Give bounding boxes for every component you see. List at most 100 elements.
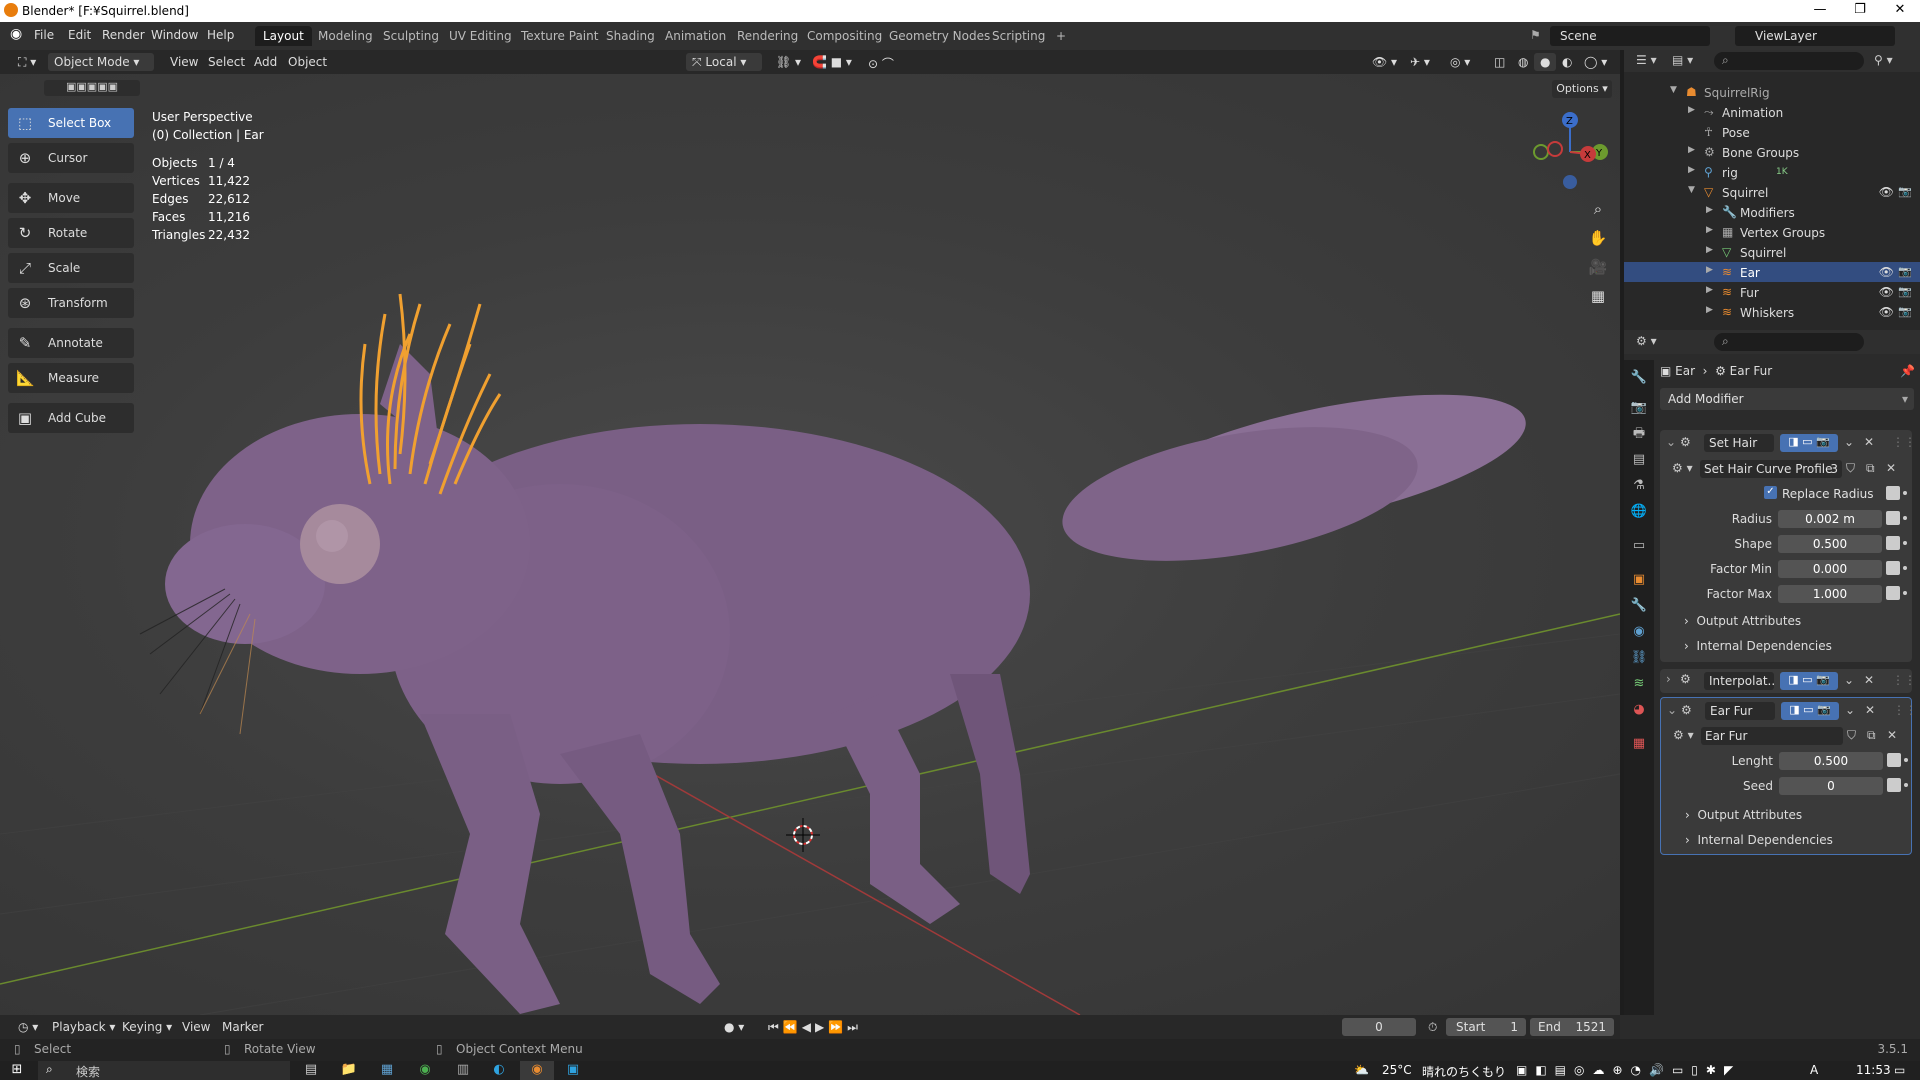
camera-icon[interactable]: 📷 [1898, 185, 1912, 198]
blender-menu-icon[interactable]: ◉ [10, 26, 22, 42]
modifier-name-field[interactable]: Interpolat... [1704, 672, 1774, 690]
close-button[interactable]: ✕ [1880, 2, 1920, 20]
modifier-visibility-toggles[interactable]: ◨ ▭ 📷 [1781, 702, 1839, 720]
overlay-icon[interactable]: ◎ ▾ [1444, 53, 1476, 71]
factor-min-field[interactable]: 0.000 [1778, 560, 1882, 578]
length-field[interactable]: 0.500 [1779, 752, 1883, 770]
menu-help[interactable]: Help [207, 28, 234, 42]
eye-icon[interactable]: 👁 [1879, 305, 1894, 319]
pan-hand-icon[interactable]: ✋ [1588, 224, 1608, 253]
outliner-item-modifiers[interactable]: ▶ 🔧 Modifiers [1624, 202, 1920, 222]
keyframe-dot[interactable] [1903, 516, 1907, 520]
keyframe-dot[interactable] [1904, 783, 1908, 787]
output-attributes-subpanel[interactable]: › Output Attributes [1685, 808, 1802, 822]
menu-edit[interactable]: Edit [68, 28, 91, 42]
tab-shading[interactable]: Shading [598, 26, 663, 46]
keyframe-dot[interactable] [1904, 758, 1908, 762]
outliner-item-whiskers[interactable]: ▶ ≋ Whiskers 👁 📷 [1624, 302, 1920, 322]
tool-move[interactable]: ✥ Move [8, 183, 134, 213]
expand-icon[interactable]: ▶ [1706, 265, 1713, 275]
maximize-button[interactable]: ❐ [1840, 2, 1880, 20]
stopwatch-icon[interactable]: ⏱ [1422, 1018, 1443, 1036]
modifier-visibility-toggles[interactable]: ◨ ▭ 📷 [1780, 434, 1838, 452]
chevron-down-icon[interactable]: ⌄ [1845, 703, 1855, 717]
node-tree-icon[interactable]: ⚙ ▾ [1672, 461, 1693, 475]
ortho-grid-icon[interactable]: ▦ [1588, 282, 1608, 311]
node-socket-icon[interactable] [1886, 486, 1900, 500]
taskbar-search[interactable]: ⌕ 検索 [38, 1061, 290, 1080]
end-frame-field[interactable]: End 1521 [1530, 1018, 1614, 1036]
start-frame-field[interactable]: Start 1 [1446, 1018, 1526, 1036]
zoom-icon[interactable]: ⌕ [1588, 195, 1608, 224]
duplicate-icon[interactable]: ⧉ [1866, 461, 1875, 476]
node-socket-icon[interactable] [1886, 586, 1900, 600]
tool-add-cube[interactable]: ▣ Add Cube [8, 403, 134, 433]
camera-icon[interactable]: 📷 [1898, 285, 1912, 298]
clock[interactable]: 11:53 [1856, 1063, 1891, 1077]
tool-scale[interactable]: ⤢ Scale [8, 253, 134, 283]
expand-icon[interactable]: ▶ [1706, 305, 1713, 315]
chrome-icon[interactable]: ◉ [416, 1062, 434, 1079]
menu-keying[interactable]: Keying ▾ [116, 1018, 178, 1036]
render-tab-icon[interactable]: 📷 [1629, 398, 1649, 418]
edge-icon[interactable]: ◐ [490, 1062, 508, 1079]
internal-dependencies-subpanel[interactable]: › Internal Dependencies [1685, 833, 1833, 847]
outliner-editor-icon[interactable]: ☰ ▾ [1636, 53, 1657, 67]
ime-indicator[interactable]: A [1810, 1063, 1818, 1077]
system-tray-icons[interactable]: ▣◧▤◎☁⊕◔🔊▭▯✱◤ [1516, 1063, 1741, 1077]
editor-type-icon[interactable]: ⛶ ▾ [12, 53, 42, 71]
menu-window[interactable]: Window [151, 28, 198, 42]
minimize-button[interactable]: — [1800, 2, 1840, 20]
visibility-icon[interactable]: 👁 ▾ [1366, 53, 1403, 71]
collapse-icon[interactable]: ▼ [1670, 85, 1677, 95]
selection-mode-icons[interactable]: ▣▣▣▣▣ [44, 80, 140, 96]
menu-render[interactable]: Render [102, 28, 145, 42]
menu-object[interactable]: Object [282, 53, 333, 71]
node-socket-icon[interactable] [1887, 753, 1901, 767]
tool-transform[interactable]: ⊛ Transform [8, 288, 134, 318]
current-frame-field[interactable]: 0 [1342, 1018, 1416, 1036]
duplicate-icon[interactable]: ⧉ [1867, 728, 1876, 743]
tab-sculpting[interactable]: Sculpting [375, 26, 447, 46]
scene-selector[interactable]: Scene [1550, 26, 1710, 46]
node-group-field[interactable]: Ear Fur [1701, 727, 1843, 745]
snap-icon[interactable]: 🧲 ■ ▾ [806, 53, 858, 71]
menu-view[interactable]: View [164, 53, 204, 71]
shading-solid-icon[interactable]: ● [1534, 53, 1557, 71]
modifier-visibility-toggles[interactable]: ◨ ▭ 📷 [1780, 672, 1838, 690]
object-tab-icon[interactable]: ▣ [1629, 570, 1649, 590]
chevron-down-icon[interactable]: ⌄ [1844, 673, 1854, 687]
node-group-field[interactable]: Set Hair Curve Profile 3 [1700, 460, 1842, 478]
add-workspace-button[interactable]: + [1048, 26, 1074, 46]
expand-icon[interactable]: ▶ [1706, 285, 1713, 295]
outliner-item-squirrelrig[interactable]: ▼ ☗ SquirrelRig [1624, 82, 1920, 102]
viewlayer-selector[interactable]: ViewLayer [1735, 26, 1895, 46]
unlink-icon[interactable]: ✕ [1887, 728, 1897, 742]
replace-radius-checkbox[interactable]: ✓ [1764, 486, 1777, 499]
node-socket-icon[interactable] [1886, 561, 1900, 575]
tool-cursor[interactable]: ⊕ Cursor [8, 143, 134, 173]
app-icon[interactable]: ▣ [564, 1062, 582, 1079]
file-explorer-icon[interactable]: 📁 [340, 1062, 358, 1079]
expand-icon[interactable]: ▶ [1706, 225, 1713, 235]
view-layer-tab-icon[interactable]: ▤ [1629, 450, 1649, 470]
drag-handle-icon[interactable]: ⋮⋮ [1893, 703, 1917, 717]
xray-icon[interactable]: ◫ [1488, 53, 1511, 71]
orientation-selector[interactable]: ⤧ Local ▾ [686, 53, 762, 71]
menu-marker[interactable]: Marker [216, 1018, 269, 1036]
task-view-icon[interactable]: ▤ [302, 1062, 320, 1079]
outliner-item-squirrel[interactable]: ▼ ▽ Squirrel 👁 📷 [1624, 182, 1920, 202]
properties-search[interactable]: ⌕ [1714, 333, 1864, 351]
outliner-item-rig[interactable]: ▶ ⚲ rig 1K [1624, 162, 1920, 182]
menu-add[interactable]: Add [248, 53, 283, 71]
pivot-icon[interactable]: ⛓ ▾ [770, 53, 807, 71]
radius-field[interactable]: 0.002 m [1778, 510, 1882, 528]
tab-geometry-nodes[interactable]: Geometry Nodes [881, 26, 998, 46]
outliner-item-squirrel-mesh[interactable]: ▶ ▽ Squirrel [1624, 242, 1920, 262]
factor-max-field[interactable]: 1.000 [1778, 585, 1882, 603]
collection-tab-icon[interactable]: ▭ [1629, 536, 1649, 556]
modifier-name-field[interactable]: Set Hair C... [1704, 434, 1774, 452]
outliner-item-pose[interactable]: ☥ Pose [1624, 122, 1920, 142]
gizmo-icon[interactable]: ✈ ▾ [1404, 53, 1436, 71]
menu-file[interactable]: File [34, 28, 54, 42]
